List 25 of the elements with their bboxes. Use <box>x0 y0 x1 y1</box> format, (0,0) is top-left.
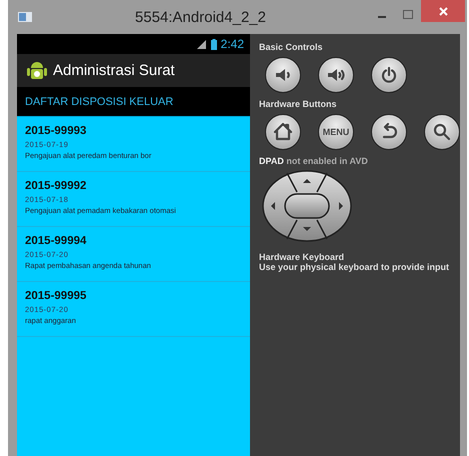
menu-button[interactable]: MENU <box>318 114 354 150</box>
keyboard-title: Hardware Keyboard <box>259 252 346 262</box>
signal-icon <box>196 39 207 49</box>
window-icon <box>18 12 32 22</box>
power-icon <box>379 65 399 85</box>
dpad-note: DPAD not enabled in AVD <box>259 156 369 166</box>
section-title: Hardware Buttons <box>259 99 338 109</box>
home-icon <box>273 122 293 142</box>
search-icon <box>432 122 452 142</box>
volume-up-button[interactable] <box>318 57 354 93</box>
battery-icon <box>210 38 217 50</box>
android-icon <box>27 60 47 80</box>
list-header: DAFTAR DISPOSISI KELUAR <box>25 96 174 108</box>
volume-down-button[interactable] <box>265 57 301 93</box>
back-button[interactable] <box>371 114 407 150</box>
home-button[interactable] <box>265 114 301 150</box>
window-title: 5554:Android4_2_2 <box>134 8 267 26</box>
app-title: Administrasi Surat <box>53 62 175 79</box>
status-time: 2:42 <box>220 37 244 51</box>
close-icon <box>438 6 448 16</box>
keyboard-hint: Use your physical keyboard to provide input <box>259 262 450 272</box>
power-button[interactable] <box>371 57 407 93</box>
close-button[interactable] <box>421 0 465 22</box>
search-button[interactable] <box>424 114 460 150</box>
section-title: Basic Controls <box>259 42 324 52</box>
